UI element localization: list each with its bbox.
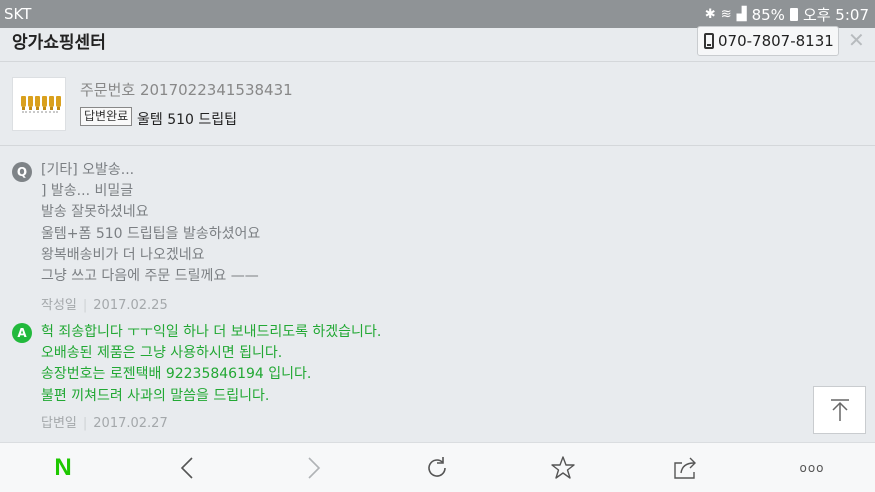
refresh-button[interactable] <box>407 443 467 492</box>
more-icon[interactable]: ooo <box>782 443 842 492</box>
status-badge: 답변완료 <box>80 107 133 126</box>
refresh-icon <box>428 457 446 477</box>
status-bar: SKT ✱ ≋ ▟ 85% 오후 5:07 <box>0 0 875 28</box>
naver-home-button[interactable]: N <box>33 443 93 492</box>
question-line: 발송 잘못하셨네요 <box>41 204 149 221</box>
answer-date-label: 답변일 <box>41 416 77 431</box>
question-line: ] 발송... 비밀글 <box>41 183 134 200</box>
question-line: 왕복배송비가 더 나오겠네요 <box>41 246 205 263</box>
answer-body: 헉 죄송합니다 ㅜㅜ익일 하나 더 보내드리도록 하겠습니다. 오배송된 제품은… <box>41 322 381 407</box>
bookmark-button[interactable] <box>533 443 593 492</box>
scroll-top-icon <box>831 399 849 421</box>
answer-date: 2017.02.27 <box>93 416 168 431</box>
back-icon <box>180 457 193 479</box>
question-line: 그냥 쓰고 다음에 주문 드릴께요 —— <box>41 268 259 285</box>
answer-line: 불편 끼쳐드려 사과의 말씀을 드립니다. <box>41 387 270 404</box>
call-button[interactable]: 070-7807-8131 <box>697 26 839 56</box>
question-date: 2017.02.25 <box>93 298 168 313</box>
wifi-icon: ≋ <box>720 7 732 22</box>
question-date-label: 작성일 <box>41 298 77 313</box>
status-icons: ✱ ≋ ▟ 85% 오후 5:07 <box>705 4 869 25</box>
battery-icon <box>789 8 798 21</box>
carrier-label: SKT <box>4 5 32 23</box>
bluetooth-icon: ✱ <box>704 7 716 22</box>
signal-icon: ▟ <box>736 7 747 22</box>
answer-line: 오배송된 제품은 그냥 사용하시면 됩니다. <box>41 345 283 362</box>
order-summary: 주문번호 2017022341538431 답변완료 울템 510 드립팁 <box>0 62 875 146</box>
share-button[interactable] <box>656 443 716 492</box>
product-thumbnail[interactable] <box>12 77 66 131</box>
question-line: 울템+폼 510 드립팁을 발송하셨어요 <box>41 225 261 242</box>
question-body: [기타] 오발송... ] 발송... 비밀글 발송 잘못하셨네요 울템+폼 5… <box>41 160 260 287</box>
answer-line: 헉 죄송합니다 ㅜㅜ익일 하나 더 보내드리도록 하겠습니다. <box>41 324 382 340</box>
question-icon: Q <box>12 162 32 182</box>
product-name[interactable]: 울템 510 드립팁 <box>137 109 237 129</box>
back-button[interactable] <box>157 443 217 492</box>
forward-button[interactable] <box>284 443 344 492</box>
phone-number: 070-7807-8131 <box>718 32 834 50</box>
clock: 오후 5:07 <box>802 6 869 24</box>
scroll-top-button[interactable] <box>813 386 866 434</box>
order-number: 주문번호 2017022341538431 <box>80 81 293 99</box>
question-meta: 작성일 | 2017.02.25 <box>41 298 168 313</box>
browser-nav-bar: N ooo <box>0 442 875 492</box>
shop-title: 앙가쇼핑센터 <box>12 33 106 53</box>
page-header: 앙가쇼핑센터 070-7807-8131 ✕ <box>0 26 875 62</box>
share-icon <box>674 457 696 479</box>
phone-icon <box>704 33 714 49</box>
battery-percent: 85% <box>751 5 785 24</box>
forward-icon <box>308 457 321 479</box>
naver-logo-icon: N <box>54 454 72 481</box>
close-icon[interactable]: ✕ <box>848 28 865 52</box>
question-line: [기타] 오발송... <box>41 162 135 178</box>
answer-icon: A <box>12 323 32 343</box>
answer-meta: 답변일 | 2017.02.27 <box>41 416 168 431</box>
answer-line: 송장번호는 로젠택배 92235846194 입니다. <box>41 366 312 383</box>
bookmark-star-icon <box>551 456 575 479</box>
